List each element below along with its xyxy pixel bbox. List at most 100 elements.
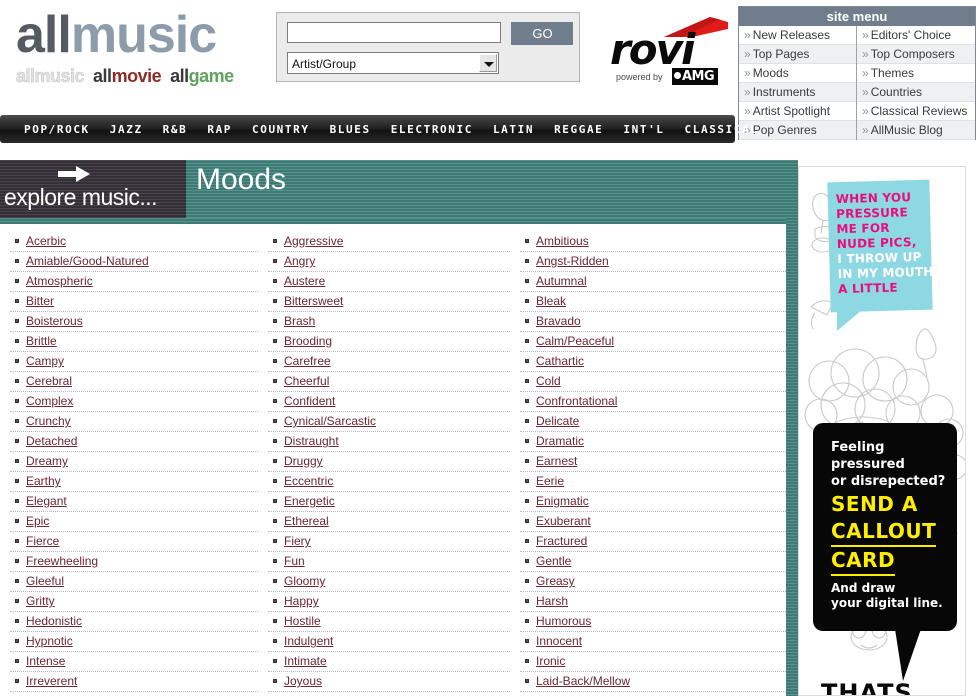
mood-link[interactable]: Calm/Peaceful [536,334,614,348]
list-item[interactable]: Gritty [10,592,258,612]
list-item[interactable]: Greasy [520,572,786,592]
list-item[interactable]: Cathartic [520,352,786,372]
genre-nav-item-blues[interactable]: BLUES [320,123,381,136]
list-item[interactable]: Fun [268,552,510,572]
mood-link[interactable]: Bleak [536,294,566,308]
mood-link[interactable]: Cheerful [284,374,329,388]
list-item[interactable]: Campy [10,352,258,372]
ad-cta[interactable]: SEND A CALLOUT CARD [831,491,957,576]
mood-link[interactable]: Earthy [26,474,61,488]
list-item[interactable]: Complex [10,392,258,412]
genre-nav-item-electronic[interactable]: ELECTRONIC [381,123,483,136]
list-item[interactable]: Humorous [520,612,786,632]
list-item[interactable]: Earnest [520,452,786,472]
mood-link[interactable]: Cerebral [26,374,72,388]
mood-link[interactable]: Greasy [536,574,575,588]
mood-link[interactable]: Happy [284,594,319,608]
subbrand-allmovie-movie[interactable]: movie [112,66,162,86]
genre-nav-item-jazz[interactable]: JAZZ [100,123,153,136]
site-menu-item-editors-choice[interactable]: » Editors' Choice [857,26,975,45]
genre-nav-item-intl[interactable]: INT'L [613,123,674,136]
list-item[interactable]: Fractured [520,532,786,552]
site-menu-item-moods[interactable]: » Moods [739,64,856,83]
list-item[interactable]: Bleak [520,292,786,312]
list-item[interactable]: Hostile [268,612,510,632]
list-item[interactable]: Gloomy [268,572,510,592]
list-item[interactable]: Acerbic [10,232,258,252]
mood-link[interactable]: Carefree [284,354,331,368]
list-item[interactable]: Bitter [10,292,258,312]
mood-link[interactable]: Boisterous [26,314,83,328]
mood-link[interactable]: Brash [284,314,315,328]
list-item[interactable]: Irreverent [10,672,258,692]
mood-link[interactable]: Cynical/Sarcastic [284,414,376,428]
site-menu-item-new-releases[interactable]: » New Releases [739,26,856,45]
list-item[interactable]: Intimate [268,652,510,672]
subbrand-allgame-all[interactable]: all [170,66,189,86]
mood-link[interactable]: Bravado [536,314,581,328]
list-item[interactable]: Dreamy [10,452,258,472]
mood-link[interactable]: Hedonistic [26,614,82,628]
list-item[interactable]: Autumnal [520,272,786,292]
mood-link[interactable]: Detached [26,434,77,448]
site-menu-item-countries[interactable]: » Countries [857,83,975,102]
list-item[interactable]: Austere [268,272,510,292]
mood-link[interactable]: Complex [26,394,73,408]
mood-link[interactable]: Autumnal [536,274,587,288]
genre-nav-item-rnb[interactable]: R&B [153,123,198,136]
list-item[interactable]: Bravado [520,312,786,332]
list-item[interactable]: Cerebral [10,372,258,392]
subbrand-allgame-game[interactable]: game [189,66,235,86]
list-item[interactable]: Epic [10,512,258,532]
explore-music-box[interactable]: explore music... [0,160,186,218]
mood-link[interactable]: Acerbic [26,234,66,248]
list-item[interactable]: Ambitious [520,232,786,252]
genre-nav-item-pop-rock[interactable]: POP/ROCK [14,123,100,136]
mood-link[interactable]: Fierce [26,534,59,548]
list-item[interactable]: Fiery [268,532,510,552]
chevron-down-icon[interactable] [479,54,497,72]
list-item[interactable]: Happy [268,592,510,612]
list-item[interactable]: Brittle [10,332,258,352]
mood-link[interactable]: Fiery [284,534,311,548]
site-menu-item-themes[interactable]: » Themes [857,64,975,83]
rovi-logo[interactable]: rovi powered by AMG [610,16,730,86]
mood-link[interactable]: Epic [26,514,49,528]
site-menu-item-artist-spotlight[interactable]: » Artist Spotlight [739,102,856,121]
list-item[interactable]: Hypnotic [10,632,258,652]
list-item[interactable]: Amiable/Good-Natured [10,252,258,272]
mood-link[interactable]: Hypnotic [26,634,73,648]
allmusic-logo[interactable]: allmusic allmusic allmovie allgame [16,8,266,87]
mood-link[interactable]: Ambitious [536,234,589,248]
list-item[interactable]: Elegant [10,492,258,512]
list-item[interactable]: Angst-Ridden [520,252,786,272]
list-item[interactable]: Cynical/Sarcastic [268,412,510,432]
mood-link[interactable]: Gloomy [284,574,325,588]
mood-link[interactable]: Exuberant [536,514,591,528]
mood-link[interactable]: Ethereal [284,514,329,528]
mood-link[interactable]: Gleeful [26,574,64,588]
mood-link[interactable]: Eerie [536,474,564,488]
mood-link[interactable]: Confident [284,394,335,408]
list-item[interactable]: Boisterous [10,312,258,332]
mood-link[interactable]: Freewheeling [26,554,98,568]
list-item[interactable]: Detached [10,432,258,452]
mood-link[interactable]: Indulgent [284,634,333,648]
list-item[interactable]: Gentle [520,552,786,572]
advertisement[interactable]: WHEN YOU PRESSURE ME FOR NUDE PICS, I TH… [798,166,966,696]
subbrand-allmusic[interactable]: allmusic [16,66,85,87]
list-item[interactable]: Harsh [520,592,786,612]
mood-link[interactable]: Joyous [284,674,322,688]
list-item[interactable]: Fierce [10,532,258,552]
list-item[interactable]: Druggy [268,452,510,472]
list-item[interactable]: Gleeful [10,572,258,592]
list-item[interactable]: Eerie [520,472,786,492]
mood-link[interactable]: Dramatic [536,434,584,448]
mood-link[interactable]: Innocent [536,634,582,648]
list-item[interactable]: Calm/Peaceful [520,332,786,352]
mood-link[interactable]: Fractured [536,534,587,548]
list-item[interactable]: Distraught [268,432,510,452]
mood-link[interactable]: Enigmatic [536,494,589,508]
list-item[interactable]: Ironic [520,652,786,672]
mood-link[interactable]: Crunchy [26,414,71,428]
